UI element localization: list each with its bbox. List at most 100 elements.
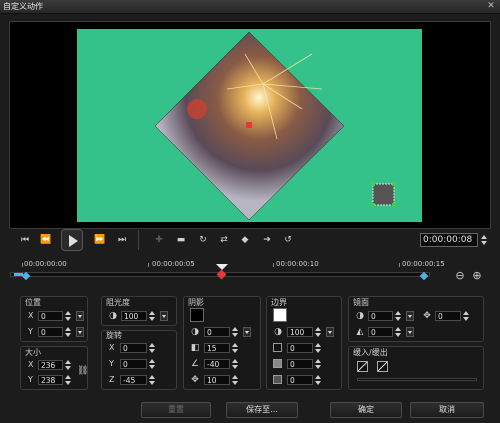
- fade-in-icon[interactable]: [357, 361, 368, 372]
- border-opacity-icon: ◑: [274, 327, 282, 337]
- go-to-start-icon[interactable]: ⏮: [17, 233, 33, 247]
- save-to-button[interactable]: 保存至...: [226, 402, 298, 418]
- time-mark: 00:00:00:15: [402, 260, 445, 268]
- size-y-input[interactable]: 238: [38, 375, 63, 385]
- mirror-fade-input[interactable]: 0: [368, 327, 393, 337]
- border-width-stepper[interactable]: [314, 343, 322, 353]
- shadow-title: 阴影: [188, 298, 204, 307]
- position-x-stepper[interactable]: [64, 311, 72, 321]
- fade-slider[interactable]: [357, 378, 477, 381]
- position-x-label: X: [28, 311, 34, 320]
- close-window-icon[interactable]: ✕: [484, 1, 498, 12]
- move-left-icon[interactable]: ◆: [237, 233, 253, 247]
- rotation-z-stepper[interactable]: [148, 375, 156, 385]
- timecode-field[interactable]: 0:00:00:08: [420, 233, 478, 247]
- shadow-distance-input[interactable]: 15: [204, 343, 230, 353]
- timeline[interactable]: 00:00:00:00 00:00:00:05 00:00:00:10 00:0…: [10, 258, 445, 282]
- reset-button[interactable]: 重置: [141, 402, 211, 418]
- divider: [138, 230, 139, 250]
- mirror-offset-icon: ✥: [423, 311, 431, 321]
- rotation-x-label: X: [109, 343, 115, 352]
- opacity-stepper[interactable]: [148, 311, 156, 321]
- mirror-fade-dropdown[interactable]: [406, 327, 414, 337]
- border-opacity-stepper[interactable]: [314, 327, 322, 337]
- position-y-label: Y: [28, 327, 33, 336]
- shadow-blur-input[interactable]: 10: [204, 375, 230, 385]
- rotated-image-clip[interactable]: [77, 29, 422, 222]
- border-width-input[interactable]: 0: [287, 343, 313, 353]
- mirror-opacity-dropdown[interactable]: [406, 311, 414, 321]
- size-y-label: Y: [28, 375, 33, 384]
- shadow-opacity-icon: ◑: [191, 327, 199, 337]
- border-title: 边界: [271, 298, 287, 307]
- rotation-x-input[interactable]: 0: [120, 343, 147, 353]
- move-right-icon[interactable]: ➜: [259, 233, 275, 247]
- time-mark: 00:00:00:00: [24, 260, 67, 268]
- shadow-opacity-stepper[interactable]: [231, 327, 239, 337]
- fade-title: 缓入/缓出: [353, 348, 388, 357]
- link-aspect-icon[interactable]: ⛓: [77, 366, 88, 376]
- fade-out-icon[interactable]: [377, 361, 388, 372]
- reverse-keyframes-icon[interactable]: ↻: [195, 233, 211, 247]
- ok-button[interactable]: 确定: [330, 402, 402, 418]
- center-point-marker: [246, 122, 252, 128]
- position-x-input[interactable]: 0: [38, 311, 63, 321]
- shadow-blur-stepper[interactable]: [231, 375, 239, 385]
- position-y-dropdown[interactable]: [76, 327, 84, 337]
- next-frame-icon[interactable]: ⏩: [92, 233, 108, 247]
- opacity-dropdown[interactable]: [160, 311, 168, 321]
- shadow-distance-stepper[interactable]: [231, 343, 239, 353]
- shadow-color-swatch[interactable]: [190, 308, 204, 322]
- opacity-input[interactable]: 100: [121, 311, 147, 321]
- swap-keyframes-icon[interactable]: ⇄: [216, 233, 232, 247]
- border-softness-input[interactable]: 0: [287, 375, 313, 385]
- zoom-out-icon[interactable]: ⊖: [455, 270, 465, 281]
- rotation-title: 旋转: [106, 331, 122, 340]
- shadow-opacity-input[interactable]: 0: [204, 327, 230, 337]
- rotation-y-stepper[interactable]: [148, 359, 156, 369]
- mirror-title: 镜面: [353, 298, 369, 307]
- rotate-keyframe-icon[interactable]: ↺: [280, 233, 296, 247]
- size-x-label: X: [28, 360, 34, 369]
- border-blur-input[interactable]: 0: [287, 359, 313, 369]
- border-opacity-input[interactable]: 100: [287, 327, 313, 337]
- timecode-stepper[interactable]: [480, 235, 488, 245]
- mirror-opacity-stepper[interactable]: [394, 311, 402, 321]
- border-opacity-dropdown[interactable]: [326, 327, 334, 337]
- add-keyframe-icon[interactable]: ✚: [150, 233, 168, 247]
- size-x-input[interactable]: 236: [38, 360, 63, 370]
- mirror-fade-icon: ◭: [356, 327, 364, 337]
- shadow-blur-icon: ✥: [191, 375, 199, 385]
- remove-keyframe-icon[interactable]: ▬: [173, 233, 189, 247]
- previous-frame-icon[interactable]: ⏪: [38, 233, 54, 247]
- position-y-input[interactable]: 0: [38, 327, 63, 337]
- play-button[interactable]: [61, 229, 83, 251]
- shadow-angle-stepper[interactable]: [231, 359, 239, 369]
- border-color-swatch[interactable]: [273, 308, 287, 322]
- border-blur-icon: [273, 359, 282, 368]
- border-softness-icon: [273, 375, 282, 384]
- border-softness-stepper[interactable]: [314, 375, 322, 385]
- size-x-stepper[interactable]: [64, 360, 72, 370]
- rotation-x-stepper[interactable]: [148, 343, 156, 353]
- mirror-opacity-input[interactable]: 0: [368, 311, 393, 321]
- cancel-button[interactable]: 取消: [410, 402, 484, 418]
- mirror-offset-stepper[interactable]: [462, 311, 470, 321]
- time-mark: 00:00:00:05: [152, 260, 195, 268]
- border-blur-stepper[interactable]: [314, 359, 322, 369]
- go-to-end-icon[interactable]: ⏭: [114, 233, 130, 247]
- zoom-in-icon[interactable]: ⊕: [472, 270, 482, 281]
- position-x-dropdown[interactable]: [76, 311, 84, 321]
- shadow-opacity-dropdown[interactable]: [243, 327, 251, 337]
- shadow-angle-input[interactable]: -40: [204, 359, 230, 369]
- position-y-stepper[interactable]: [64, 327, 72, 337]
- rotation-z-input[interactable]: -45: [120, 375, 147, 385]
- size-y-stepper[interactable]: [64, 375, 72, 385]
- mirror-fade-stepper[interactable]: [394, 327, 402, 337]
- shadow-handle: [372, 183, 395, 206]
- title-bar: 自定义动作 ✕: [0, 0, 500, 14]
- preview-canvas[interactable]: [77, 29, 422, 222]
- mirror-offset-input[interactable]: 0: [435, 311, 461, 321]
- rotation-y-input[interactable]: 0: [120, 359, 147, 369]
- rotation-y-label: Y: [109, 359, 114, 368]
